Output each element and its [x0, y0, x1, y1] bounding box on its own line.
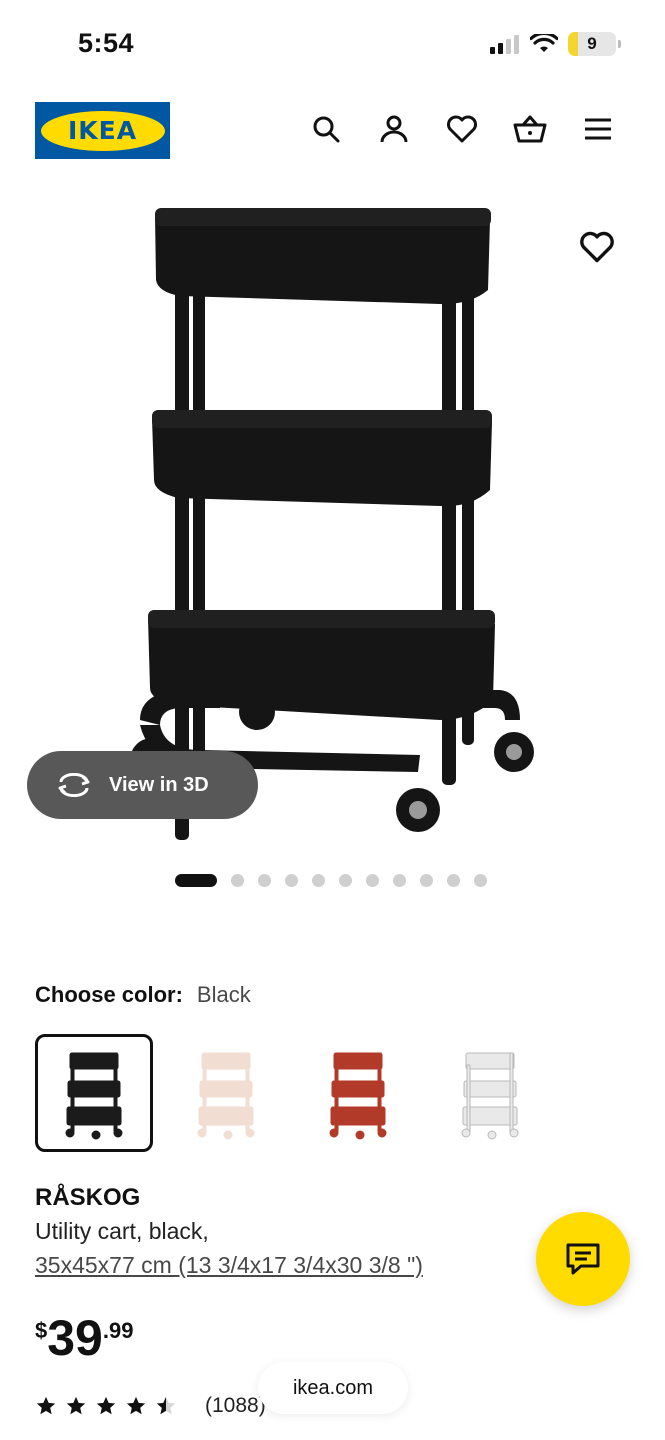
chat-icon: [566, 1243, 600, 1275]
logo-oval: IKEA: [40, 110, 165, 151]
choose-color-label: Choose color:: [35, 982, 183, 1007]
color-swatch-pink[interactable]: [167, 1034, 285, 1152]
battery-tip: [618, 40, 621, 48]
gallery-dot[interactable]: [312, 874, 325, 887]
menu-icon[interactable]: [581, 112, 615, 146]
star-icon: [126, 1396, 146, 1415]
gallery-dot[interactable]: [175, 874, 217, 887]
view-in-3d-button[interactable]: View in 3D: [27, 751, 258, 819]
header-nav: [309, 112, 615, 146]
cart-thumbnail: [197, 1052, 255, 1140]
color-swatch-black[interactable]: [35, 1034, 153, 1152]
star-icon: [66, 1396, 86, 1415]
gallery-dot[interactable]: [474, 874, 487, 887]
gallery-dot[interactable]: [231, 874, 244, 887]
product-price: $ 39 .99: [35, 1310, 133, 1366]
gallery-dot[interactable]: [420, 874, 433, 887]
status-icons: 9: [490, 32, 621, 56]
heart-icon[interactable]: [445, 112, 479, 146]
search-icon[interactable]: [309, 112, 343, 146]
cart-thumbnail: [329, 1052, 387, 1140]
site-header: IKEA: [0, 96, 665, 166]
gallery-dot[interactable]: [447, 874, 460, 887]
gallery-dot[interactable]: [285, 874, 298, 887]
cart-thumbnail: [461, 1052, 519, 1140]
account-icon[interactable]: [377, 112, 411, 146]
price-currency: $: [35, 1318, 48, 1343]
battery-icon: 9: [568, 32, 616, 56]
favorite-heart-icon[interactable]: [579, 230, 615, 266]
gallery-dot[interactable]: [366, 874, 379, 887]
chat-button[interactable]: [536, 1212, 630, 1306]
product-name: RÅSKOG: [35, 1184, 141, 1211]
view-in-3d-label: View in 3D: [109, 773, 209, 796]
product-rating[interactable]: (1088): [35, 1394, 266, 1418]
star-icon: [36, 1396, 56, 1415]
product-description: Utility cart, black,: [35, 1218, 209, 1244]
color-swatches: [35, 1034, 549, 1152]
browser-url-bar[interactable]: ikea.com: [258, 1362, 408, 1414]
price-decimal: .99: [102, 1318, 134, 1343]
gallery-dot[interactable]: [339, 874, 352, 887]
battery-level: 9: [587, 34, 597, 53]
gallery-dot[interactable]: [258, 874, 271, 887]
color-chooser-label-row: Choose color: Black: [35, 982, 251, 1008]
selected-color-value: Black: [196, 982, 251, 1007]
color-swatch-white[interactable]: [431, 1034, 549, 1152]
status-bar: 5:54 9: [0, 0, 665, 90]
rating-stars: [35, 1395, 177, 1417]
url-text: ikea.com: [292, 1376, 374, 1399]
cellular-signal-icon: [490, 35, 519, 54]
price-integer: 39: [47, 1310, 103, 1366]
cart-illustration: [130, 208, 534, 840]
basket-icon[interactable]: [513, 112, 547, 146]
star-icon: [156, 1396, 176, 1415]
gallery-dot[interactable]: [393, 874, 406, 887]
status-time: 5:54: [78, 28, 135, 58]
logo-text: IKEA: [67, 116, 138, 145]
product-size-link[interactable]: 35x45x77 cm (13 3/4x17 3/4x30 3/8 "): [35, 1252, 423, 1279]
gallery-pagination: [175, 874, 487, 887]
cart-thumbnail: [65, 1052, 123, 1140]
color-swatch-red[interactable]: [299, 1034, 417, 1152]
ikea-logo[interactable]: IKEA: [35, 102, 170, 159]
rotate-3d-icon: [58, 773, 90, 797]
rating-count: (1088): [205, 1394, 266, 1417]
wifi-icon: [530, 34, 558, 52]
star-icon: [96, 1396, 116, 1415]
